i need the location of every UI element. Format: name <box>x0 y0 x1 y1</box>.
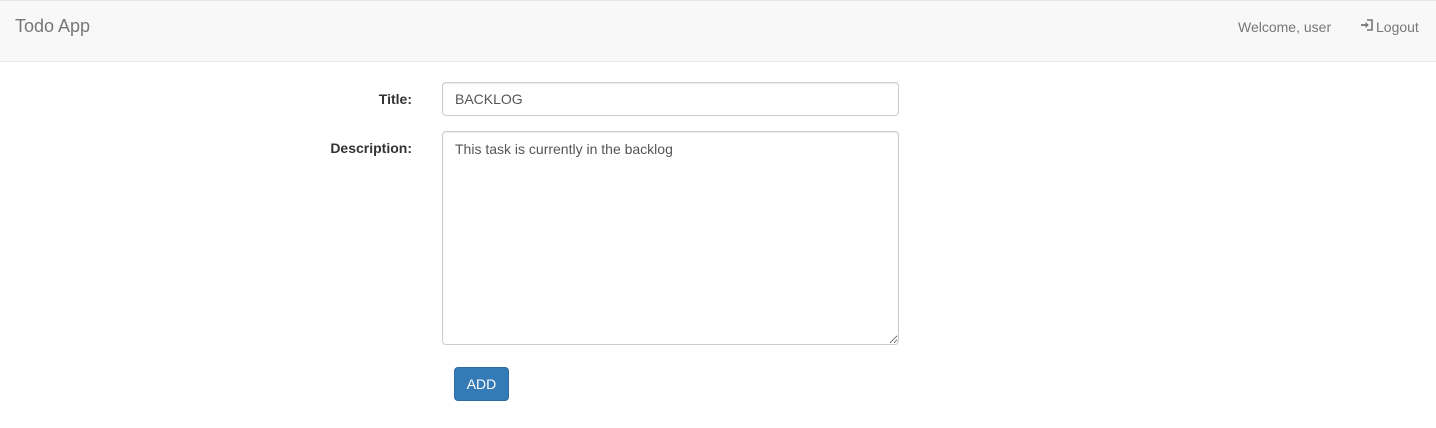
navbar: Todo App Welcome, user Logout <box>0 0 1436 62</box>
description-label: Description: <box>330 140 412 156</box>
app-brand[interactable]: Todo App <box>15 14 90 38</box>
title-label: Title: <box>378 91 412 107</box>
logout-link[interactable]: Logout <box>1360 18 1419 36</box>
log-in-icon <box>1360 18 1376 36</box>
welcome-text: Welcome, user <box>1238 19 1332 35</box>
description-textarea[interactable]: This task is currently in the backlog <box>442 131 899 345</box>
title-input[interactable] <box>442 82 899 116</box>
logout-label: Logout <box>1376 19 1419 35</box>
add-button[interactable]: ADD <box>454 367 509 401</box>
